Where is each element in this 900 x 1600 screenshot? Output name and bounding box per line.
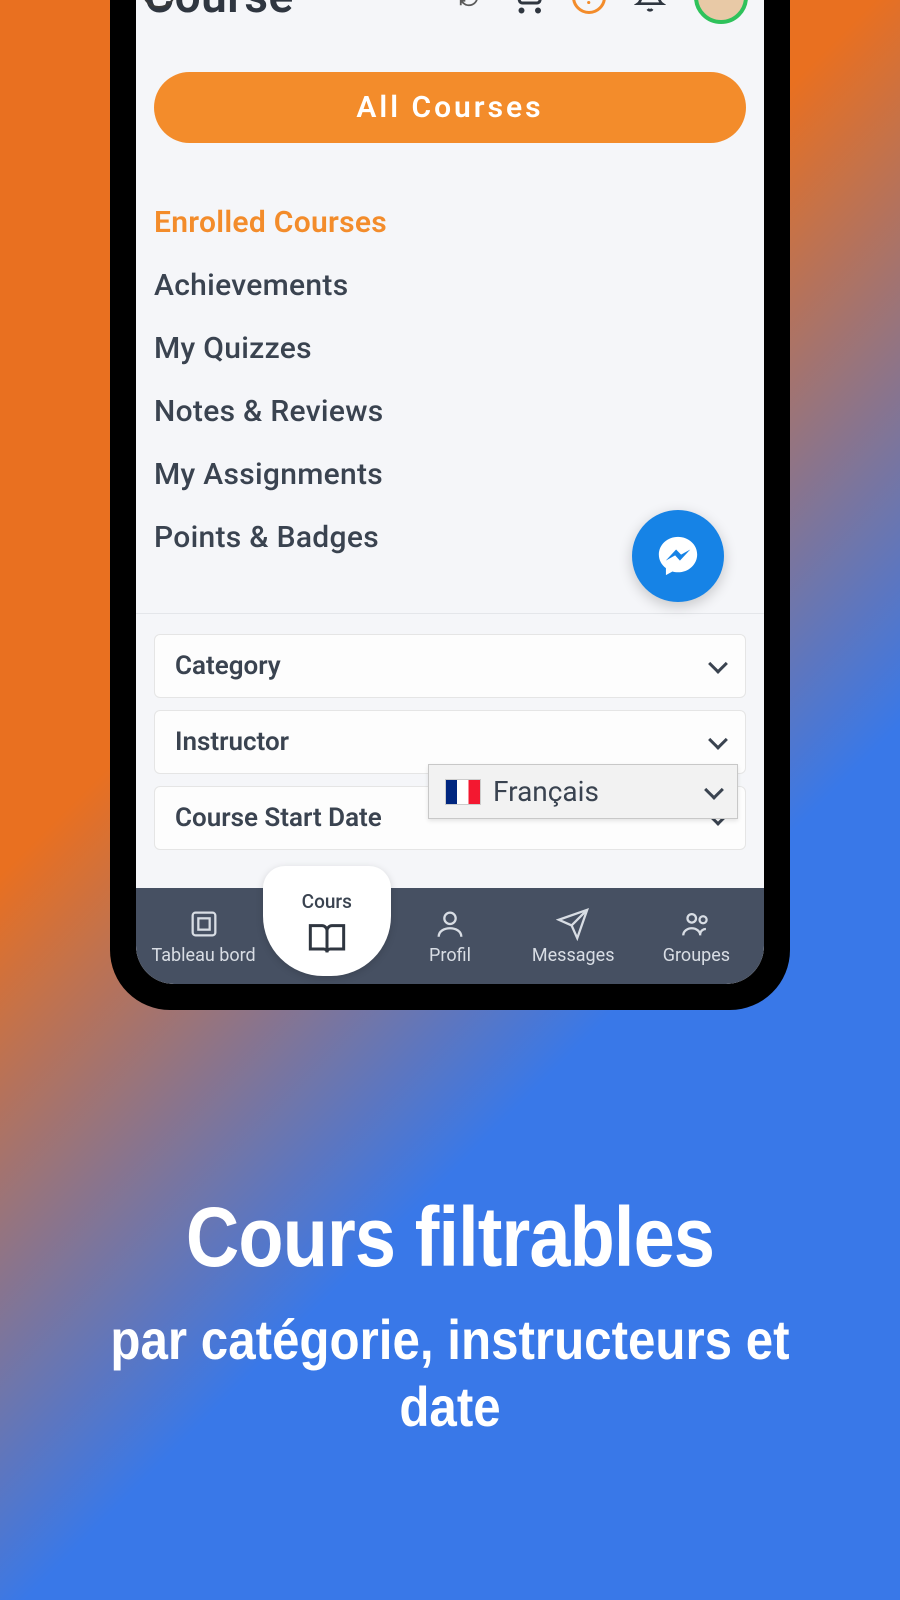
nav-messages-label: Messages bbox=[532, 945, 615, 966]
promo-headline: Cours filtrables bbox=[98, 1189, 802, 1286]
nav-courses-label: Cours bbox=[302, 890, 352, 913]
all-courses-button[interactable]: All Courses bbox=[154, 72, 746, 143]
topbar: Course ? bbox=[136, 0, 764, 24]
menu-item-my-assignments[interactable]: My Assignments bbox=[154, 443, 746, 506]
promo-text: Cours filtrables par catégorie, instruct… bbox=[0, 1189, 900, 1440]
cart-icon[interactable] bbox=[508, 0, 544, 15]
messenger-icon bbox=[655, 533, 701, 579]
phone-frame: Course ? All Courses Enrolled Courses Ac… bbox=[110, 0, 790, 1010]
chevron-down-icon bbox=[708, 654, 728, 674]
menu-item-my-quizzes[interactable]: My Quizzes bbox=[154, 317, 746, 380]
avatar[interactable] bbox=[694, 0, 748, 24]
groups-icon bbox=[679, 907, 713, 941]
help-icon[interactable]: ? bbox=[572, 0, 606, 14]
nav-profile[interactable]: Profil bbox=[388, 907, 511, 966]
bottom-nav: Tableau bord Cours Profil Messages Group… bbox=[136, 888, 764, 984]
messenger-fab[interactable] bbox=[632, 510, 724, 602]
chevron-down-icon bbox=[704, 780, 724, 800]
send-icon bbox=[556, 907, 590, 941]
nav-dashboard[interactable]: Tableau bord bbox=[142, 907, 265, 966]
phone-screen: Course ? All Courses Enrolled Courses Ac… bbox=[136, 0, 764, 984]
filter-category[interactable]: Category bbox=[154, 634, 746, 698]
nav-groups-label: Groupes bbox=[663, 945, 730, 966]
filter-category-label: Category bbox=[175, 651, 281, 681]
language-label: Français bbox=[493, 775, 599, 808]
menu-item-achievements[interactable]: Achievements bbox=[154, 254, 746, 317]
chevron-down-icon bbox=[708, 730, 728, 750]
bell-icon[interactable] bbox=[634, 0, 666, 15]
nav-courses[interactable]: Cours bbox=[263, 866, 391, 976]
nav-dashboard-label: Tableau bord bbox=[152, 945, 256, 966]
top-icons: ? bbox=[458, 0, 748, 24]
menu-item-notes-reviews[interactable]: Notes & Reviews bbox=[154, 380, 746, 443]
promo-subline: par catégorie, instructeurs et date bbox=[98, 1306, 802, 1440]
nav-groups[interactable]: Groupes bbox=[635, 907, 758, 966]
nav-messages[interactable]: Messages bbox=[512, 907, 635, 966]
nav-profile-label: Profil bbox=[429, 945, 471, 966]
flag-france-icon bbox=[445, 779, 481, 805]
menu-item-enrolled[interactable]: Enrolled Courses bbox=[154, 191, 746, 254]
refresh-icon[interactable] bbox=[458, 0, 480, 8]
nav-courses-holder: Cours bbox=[265, 888, 388, 984]
filter-start-date-label: Course Start Date bbox=[175, 803, 382, 833]
language-picker[interactable]: Français bbox=[428, 764, 738, 819]
filter-instructor-label: Instructor bbox=[175, 727, 289, 757]
dashboard-icon bbox=[187, 907, 221, 941]
profile-icon bbox=[433, 907, 467, 941]
book-open-icon bbox=[305, 919, 349, 959]
